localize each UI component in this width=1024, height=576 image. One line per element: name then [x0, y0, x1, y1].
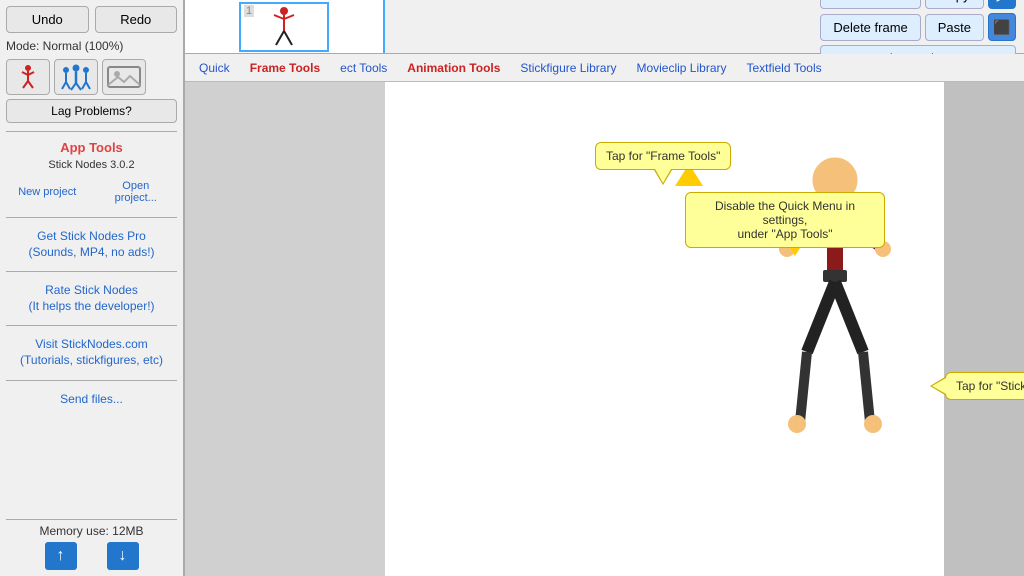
scroll-arrows: ↑ ↓	[6, 542, 177, 570]
memory-row: Memory use: 12MB ↑ ↓	[6, 519, 177, 570]
project-buttons-row: New project Open project...	[6, 175, 177, 209]
app-tools-title: App Tools	[6, 140, 177, 155]
stickfigure-tools-tooltip: Tap for "Stickfigure Tools"	[945, 372, 1024, 400]
lag-problems-button[interactable]: Lag Problems?	[6, 99, 177, 123]
tab-object-tools[interactable]: ect Tools	[330, 57, 397, 79]
scroll-down-button[interactable]: ↓	[107, 542, 139, 570]
image-icon-button[interactable]	[102, 59, 146, 95]
tab-stickfigure-library[interactable]: Stickfigure Library	[510, 57, 626, 79]
topbar: 1 Add frame Copy ▶	[185, 0, 1024, 54]
mode-label: Mode: Normal (100%)	[6, 37, 177, 55]
redo-button[interactable]: Redo	[95, 6, 178, 33]
main-area: 1 Add frame Copy ▶	[185, 0, 1024, 576]
paste-button[interactable]: Paste	[925, 14, 984, 41]
tab-quick[interactable]: Quick	[189, 57, 240, 79]
frame-number: 1	[244, 5, 254, 17]
copy-button[interactable]: Copy	[925, 0, 984, 9]
visit-button[interactable]: Visit StickNodes.com(Tutorials, stickfig…	[6, 334, 177, 371]
stickfigure-tools-text: Tap for "Stickfigure Tools"	[956, 379, 1024, 393]
tabs-row: Quick Frame Tools ect Tools Animation To…	[185, 54, 1024, 82]
settings-button[interactable]: ⬛	[988, 13, 1016, 41]
send-files-button[interactable]: Send files...	[6, 389, 177, 411]
add-frame-button[interactable]: Add frame	[820, 0, 920, 9]
canvas-area[interactable]: Tap for "Frame Tools" Disable the Quick …	[185, 82, 1024, 576]
frame-tools-tooltip: Tap for "Frame Tools"	[595, 142, 731, 170]
undo-redo-row: Undo Redo	[6, 6, 177, 33]
memory-label: Memory use: 12MB	[6, 524, 177, 538]
frame-thumbnail-area: 1	[185, 0, 385, 53]
icon-row	[6, 59, 177, 95]
disable-quick-tooltip: Disable the Quick Menu in settings,under…	[685, 192, 885, 248]
divider-1	[6, 131, 177, 132]
open-project-button[interactable]: Open project...	[95, 175, 178, 209]
tooltip-arrow-left	[932, 378, 946, 394]
tab-frame-tools[interactable]: Frame Tools	[240, 57, 330, 79]
stickfigure-icon-button[interactable]	[6, 59, 50, 95]
tab-movieclip-library[interactable]: Movieclip Library	[626, 57, 736, 79]
tab-textfield-tools[interactable]: Textfield Tools	[736, 57, 831, 79]
right-strip	[944, 82, 1024, 576]
play-button[interactable]: ▶	[988, 0, 1016, 9]
divider-3	[6, 271, 177, 272]
sidebar: Undo Redo Mode: Normal (100%)	[0, 0, 185, 576]
divider-2	[6, 217, 177, 218]
right-controls: Add frame Copy ▶ Delete frame Paste ⬛ Vi…	[812, 0, 1024, 53]
get-pro-button[interactable]: Get Stick Nodes Pro(Sounds, MP4, no ads!…	[6, 226, 177, 263]
frame-thumb: 1	[239, 2, 329, 52]
disable-quick-text: Disable the Quick Menu in settings,under…	[715, 199, 855, 241]
scroll-up-button[interactable]: ↑	[45, 542, 77, 570]
frame-tools-tooltip-text: Tap for "Frame Tools"	[606, 149, 720, 163]
rate-button[interactable]: Rate Stick Nodes(It helps the developer!…	[6, 280, 177, 317]
group-icon-button[interactable]	[54, 59, 98, 95]
app-version: Stick Nodes 3.0.2	[6, 159, 177, 171]
new-project-button[interactable]: New project	[6, 175, 89, 209]
delete-frame-button[interactable]: Delete frame	[820, 14, 920, 41]
tab-animation-tools[interactable]: Animation Tools	[397, 57, 510, 79]
undo-button[interactable]: Undo	[6, 6, 89, 33]
divider-4	[6, 325, 177, 326]
thumb-stickfigure	[254, 3, 314, 51]
tooltip-arrow-down	[655, 169, 671, 183]
white-canvas[interactable]: Tap for "Frame Tools" Disable the Quick …	[385, 82, 944, 576]
topbar-inner: 1 Add frame Copy ▶	[185, 0, 1024, 53]
divider-5	[6, 380, 177, 381]
